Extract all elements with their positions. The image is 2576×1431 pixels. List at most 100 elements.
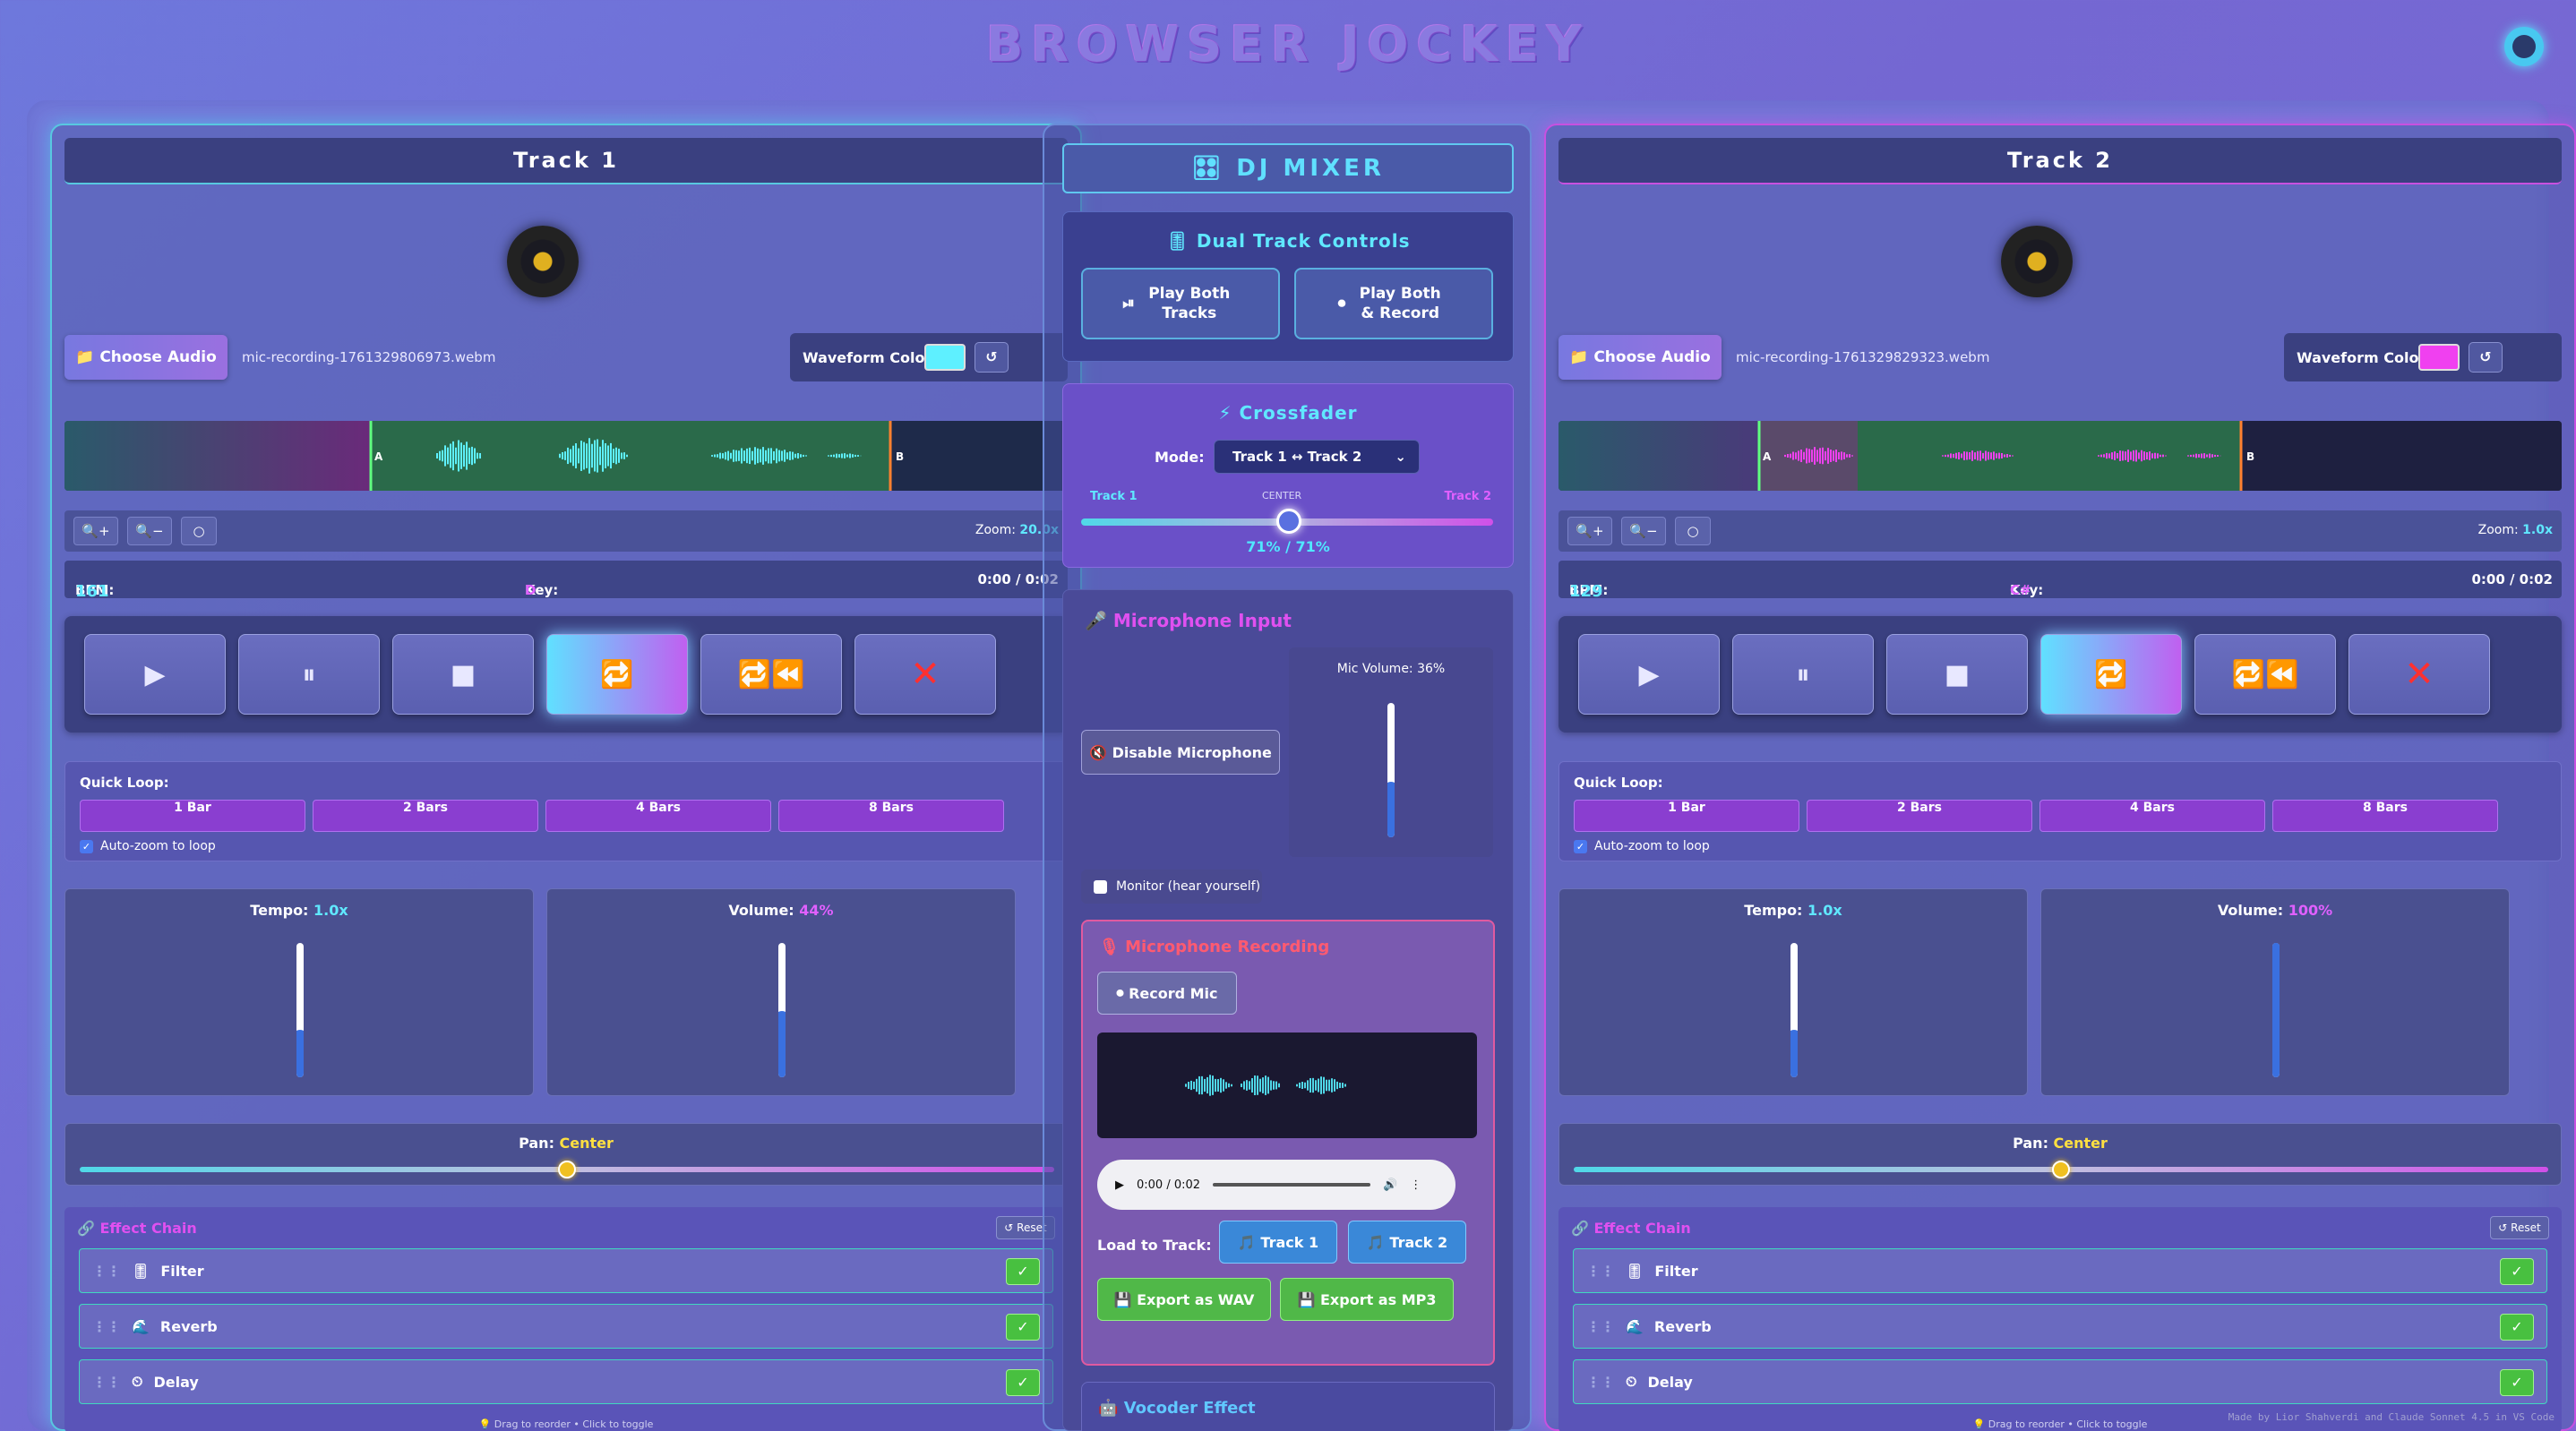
track-info-bar: BPM: 129 Key: C# 0:00 / 0:02 [1558, 561, 2562, 601]
crossfader-title: ⚡ Crossfader [1218, 402, 1358, 424]
pause-button[interactable]: ⏸ [1732, 634, 1874, 715]
clear-track-button[interactable]: ✕ [2348, 634, 2490, 715]
pause-button[interactable]: ⏸ [238, 634, 380, 715]
pan-slider[interactable] [1574, 1161, 2548, 1178]
zoom-reset-button[interactable]: ○ [181, 517, 217, 545]
loop-a-marker: A [374, 450, 383, 463]
play-icon[interactable]: ▶ [1115, 1178, 1124, 1192]
effect-toggle-button[interactable]: ✓ [2500, 1314, 2534, 1341]
loop-toggle-button[interactable]: 🔁 [2040, 634, 2182, 715]
zoom-in-button[interactable]: 🔍+ [73, 517, 118, 545]
footer-credit: Made by Lior Shahverdi and Claude Sonnet… [2228, 1411, 2555, 1423]
mixer-icon: 🎛 [1191, 155, 1225, 182]
clear-track-button[interactable]: ✕ [854, 634, 996, 715]
tempo-slider[interactable] [1790, 943, 1798, 1077]
loop-toggle-button[interactable]: 🔁 [546, 634, 688, 715]
waveform-color-reset-button[interactable]: ↺ [2469, 342, 2503, 373]
slider-thumb[interactable] [1387, 782, 1395, 796]
loop-4-bars-button[interactable]: 4 Bars [2039, 800, 2265, 832]
loop-b-marker: B [896, 450, 904, 463]
loop-1-bar-button[interactable]: 1 Bar [1574, 800, 1799, 832]
filter-icon: 🎚 [132, 1262, 150, 1280]
volume-slider[interactable] [2272, 943, 2280, 1077]
volume-control: Volume: 100% [2040, 888, 2510, 1096]
waveform-display[interactable]: A B [1558, 421, 2562, 491]
waveform-color-swatch[interactable] [2418, 344, 2460, 371]
choose-audio-button[interactable]: 📁 Choose Audio [1558, 335, 1722, 380]
play-button[interactable]: ▶ [84, 634, 226, 715]
zoom-out-button[interactable]: 🔍− [127, 517, 172, 545]
zoom-out-button[interactable]: 🔍− [1621, 517, 1666, 545]
slider-thumb[interactable] [1790, 1030, 1798, 1044]
waveform-color-reset-button[interactable]: ↺ [975, 342, 1009, 373]
record-mic-button[interactable]: ⏺ Record Mic [1097, 972, 1237, 1015]
quick-loop-panel: Quick Loop: 1 Bar 2 Bars 4 Bars 8 Bars ✓… [64, 761, 1068, 861]
loop-1-bar-button[interactable]: 1 Bar [80, 800, 305, 832]
loop-2-bars-button[interactable]: 2 Bars [313, 800, 538, 832]
tempo-control: Tempo: 1.0x [1558, 888, 2028, 1096]
effect-toggle-button[interactable]: ✓ [1006, 1258, 1040, 1285]
crossfader-slider[interactable] [1081, 509, 1493, 534]
load-track-1-button[interactable]: 🎵 Track 1 [1219, 1221, 1337, 1264]
disable-mic-button[interactable]: 🔇 Disable Microphone [1081, 730, 1280, 775]
player-time: 0:00 / 0:02 [1137, 1178, 1201, 1192]
effect-delay-row[interactable]: ⋮⋮ ⏲ Delay ✓ [79, 1359, 1053, 1404]
export-mp3-button[interactable]: 💾 Export as MP3 [1280, 1278, 1454, 1321]
slider-thumb[interactable] [778, 1011, 786, 1025]
github-icon[interactable] [2504, 27, 2544, 66]
pan-thumb[interactable] [2052, 1161, 2070, 1178]
loop-restart-button[interactable]: 🔁⏪ [2194, 634, 2336, 715]
zoom-in-button[interactable]: 🔍+ [1567, 517, 1612, 545]
app-title: BROWSER JOCKEY [986, 16, 1590, 73]
loop-8-bars-button[interactable]: 8 Bars [2272, 800, 2498, 832]
deck-track-2: Track 2 📁 Choose Audio mic-recording-176… [1544, 124, 2576, 1431]
effect-delay-row[interactable]: ⋮⋮ ⏲ Delay ✓ [1573, 1359, 2547, 1404]
effect-filter-row[interactable]: ⋮⋮ 🎚 Filter ✓ [1573, 1248, 2547, 1293]
auto-zoom-toggle[interactable]: ✓ Auto-zoom to loop [80, 839, 216, 853]
loop-2-bars-button[interactable]: 2 Bars [1807, 800, 2032, 832]
loop-8-bars-button[interactable]: 8 Bars [778, 800, 1004, 832]
slider-thumb[interactable] [296, 1030, 304, 1044]
loop-4-bars-button[interactable]: 4 Bars [545, 800, 771, 832]
mode-select[interactable]: Track 1 ↔ Track 2 ⌄ [1214, 440, 1420, 474]
volume-slider[interactable] [778, 943, 786, 1077]
play-both-record-button[interactable]: ⏺ Play Both & Record [1294, 268, 1493, 339]
volume-icon[interactable]: 🔊 [1383, 1178, 1397, 1192]
volume-value: 44% [799, 902, 834, 919]
slider-thumb[interactable] [2272, 943, 2280, 950]
monitor-toggle[interactable]: Monitor (hear yourself) [1081, 870, 1262, 904]
play-button[interactable]: ▶ [1578, 634, 1720, 715]
filter-icon: 🎚 [1626, 1262, 1644, 1280]
waveform-display[interactable]: A B [64, 421, 1068, 491]
bpm-value: 129 [1569, 582, 1603, 601]
audio-player[interactable]: ▶ 0:00 / 0:02 🔊 ⋮ [1097, 1160, 1455, 1210]
file-name: mic-recording-1761329829323.webm [1736, 349, 1990, 365]
effect-toggle-button[interactable]: ✓ [1006, 1314, 1040, 1341]
more-icon[interactable]: ⋮ [1410, 1178, 1421, 1192]
effect-reverb-row[interactable]: ⋮⋮ 🌊 Reverb ✓ [1573, 1304, 2547, 1349]
effect-toggle-button[interactable]: ✓ [2500, 1369, 2534, 1396]
play-both-button[interactable]: ⏯ Play Both Tracks [1081, 268, 1280, 339]
auto-zoom-toggle[interactable]: ✓ Auto-zoom to loop [1574, 839, 1710, 853]
drag-handle-icon: ⋮⋮ [1586, 1262, 1615, 1280]
tempo-slider[interactable] [296, 943, 304, 1077]
pan-thumb[interactable] [558, 1161, 576, 1178]
loop-restart-button[interactable]: 🔁⏪ [700, 634, 842, 715]
effect-reset-button[interactable]: ↺ Reset [2490, 1216, 2549, 1239]
effect-reverb-row[interactable]: ⋮⋮ 🌊 Reverb ✓ [79, 1304, 1053, 1349]
player-progress[interactable] [1213, 1183, 1371, 1187]
effect-toggle-button[interactable]: ✓ [1006, 1369, 1040, 1396]
zoom-reset-button[interactable]: ○ [1675, 517, 1711, 545]
export-wav-button[interactable]: 💾 Export as WAV [1097, 1278, 1271, 1321]
stop-button[interactable]: ■ [1886, 634, 2028, 715]
mic-volume-slider[interactable] [1387, 703, 1395, 837]
crossfader-thumb[interactable] [1276, 509, 1301, 534]
effect-chain-title: 🔗 Effect Chain [1571, 1220, 1691, 1237]
effect-filter-row[interactable]: ⋮⋮ 🎚 Filter ✓ [79, 1248, 1053, 1293]
pan-slider[interactable] [80, 1161, 1054, 1178]
effect-toggle-button[interactable]: ✓ [2500, 1258, 2534, 1285]
stop-button[interactable]: ■ [392, 634, 534, 715]
load-track-2-button[interactable]: 🎵 Track 2 [1348, 1221, 1466, 1264]
waveform-color-swatch[interactable] [924, 344, 966, 371]
choose-audio-button[interactable]: 📁 Choose Audio [64, 335, 228, 380]
